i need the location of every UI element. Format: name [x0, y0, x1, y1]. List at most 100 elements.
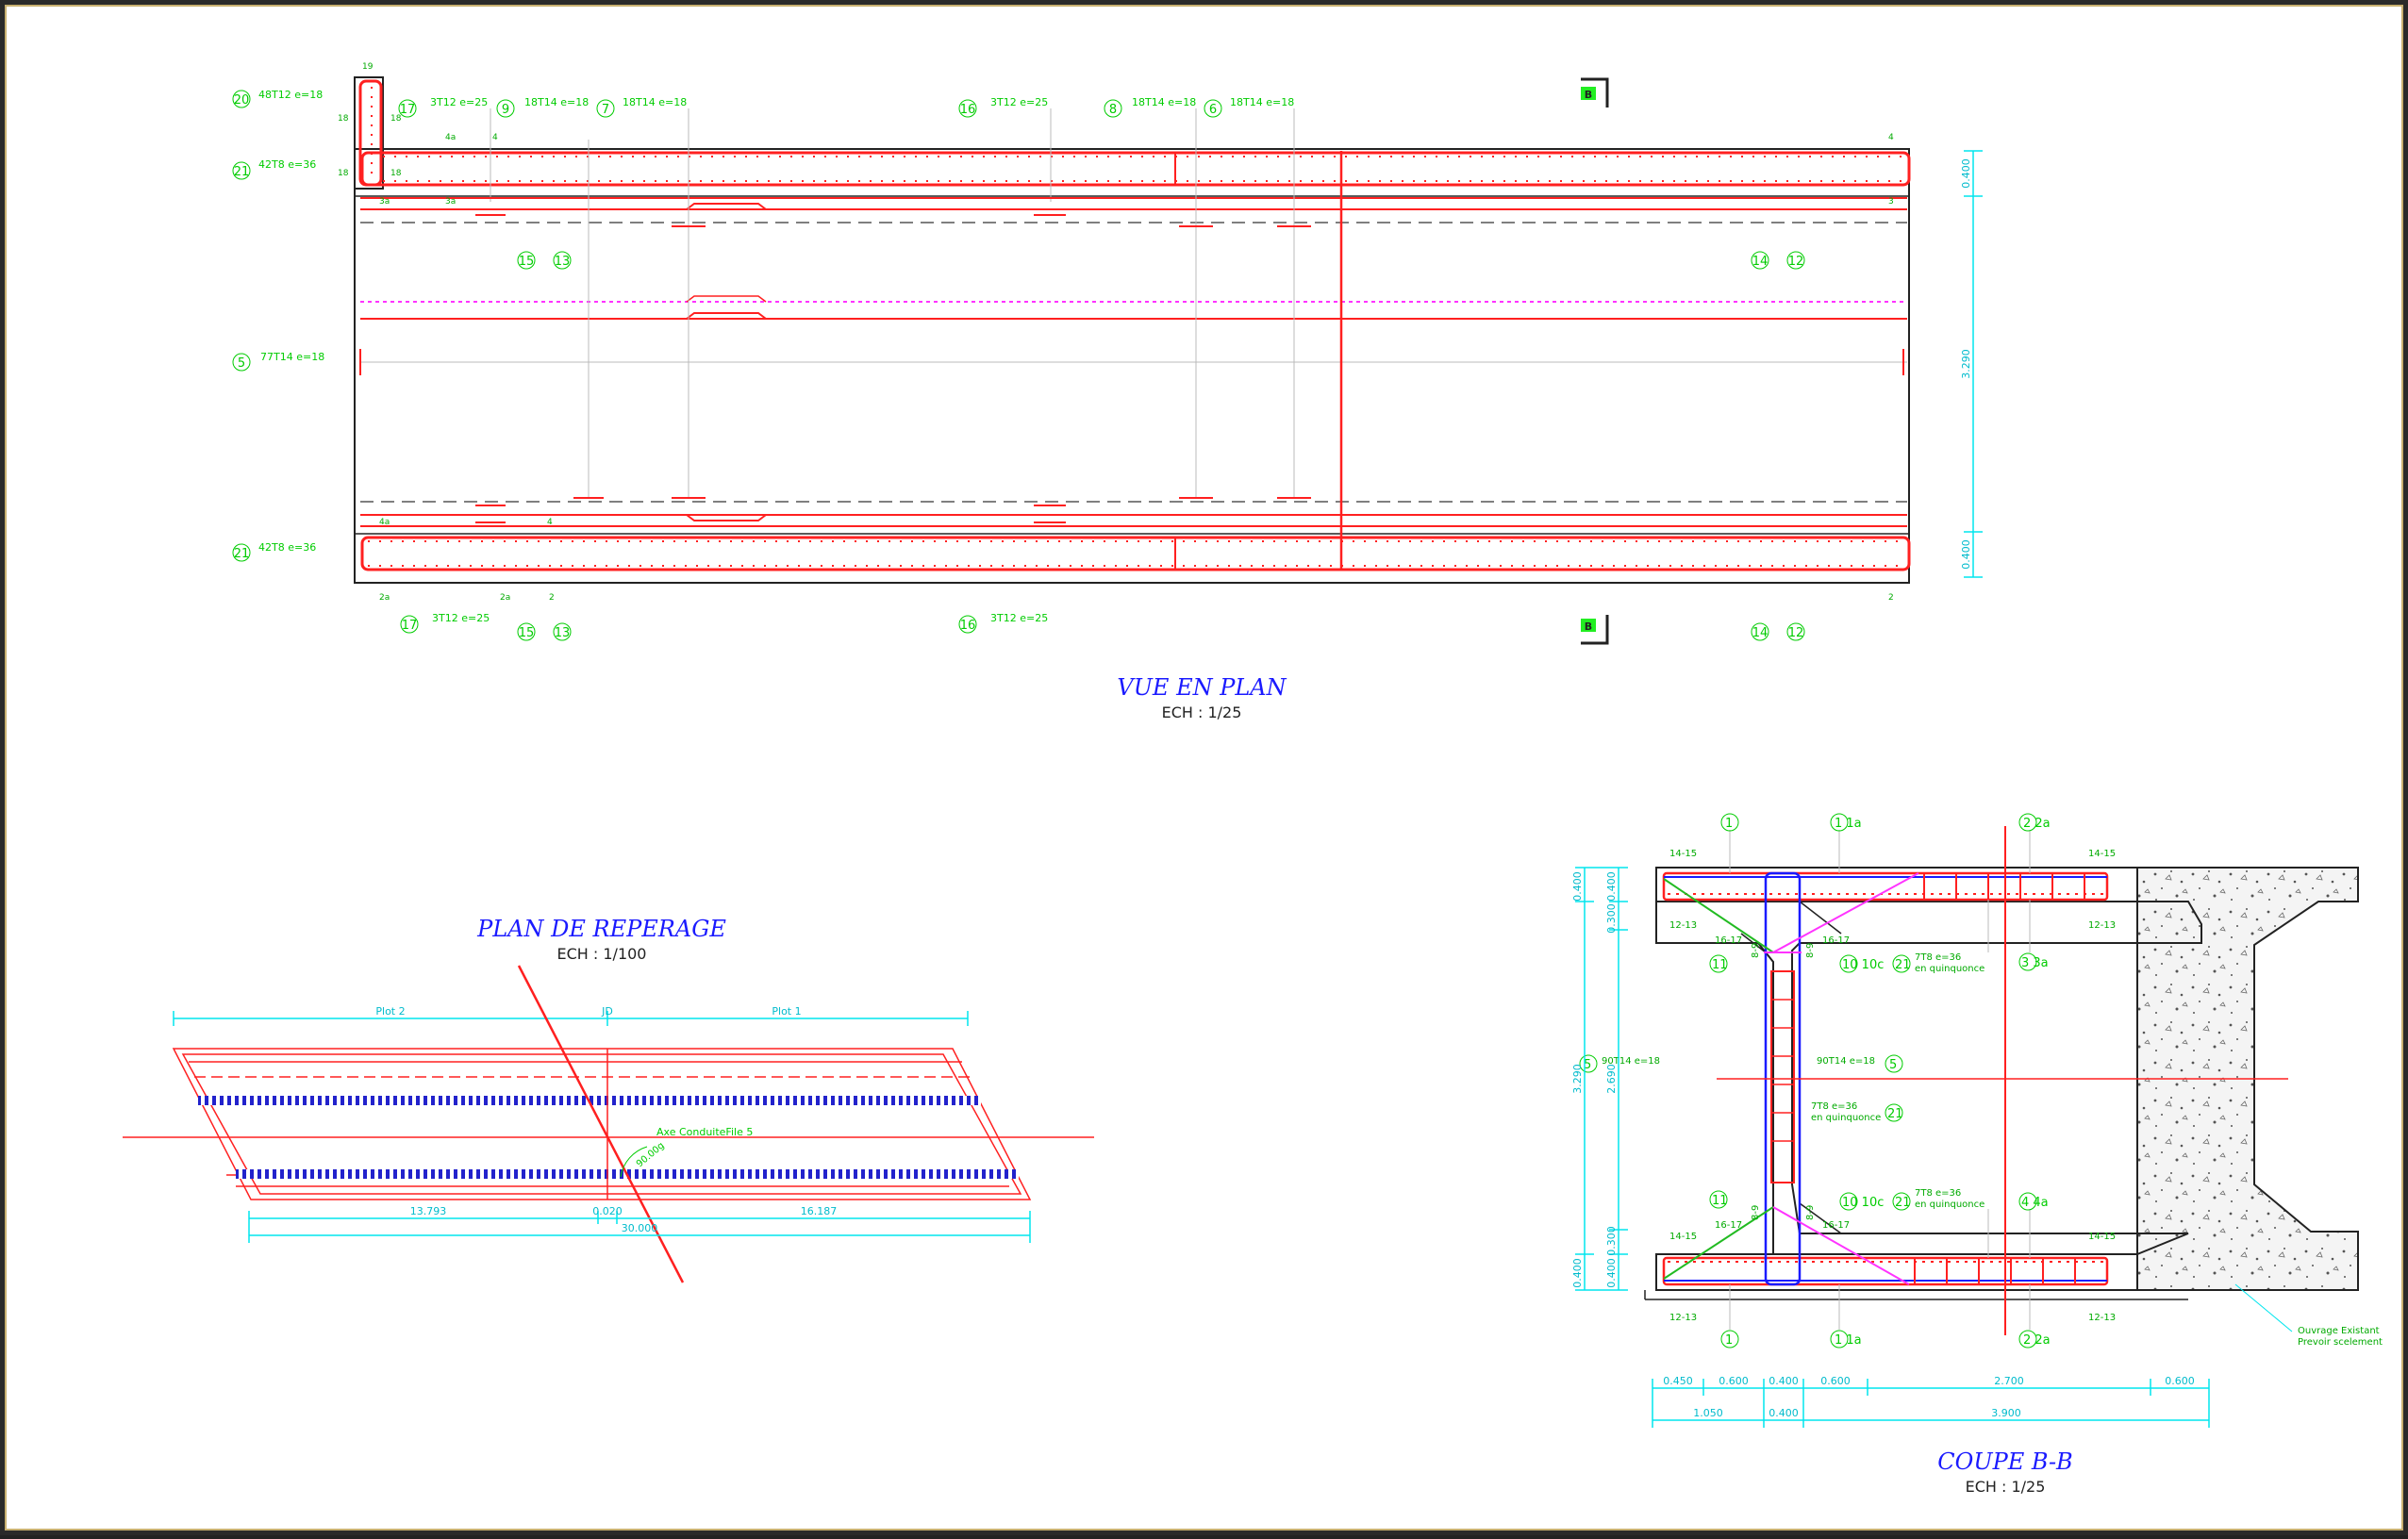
plan-mark-21-top: 21: [234, 165, 250, 179]
reperage-scale: ECH : 1/100: [557, 945, 647, 963]
svg-text:B: B: [1585, 621, 1592, 633]
plan-mark-12-top: 12: [1788, 255, 1804, 269]
plan-small-4a: 4a: [445, 133, 456, 142]
plan-mark-16-bottom: 16: [960, 619, 976, 633]
plan-mark-13-bottom: 13: [555, 626, 571, 640]
plan-small-18b: 18: [338, 169, 349, 178]
plan-spec-16-bottom: 3T12 e=25: [990, 612, 1048, 624]
plan-spec-21-bottom: 42T8 e=36: [258, 541, 316, 554]
reperage-joint: JD: [601, 1005, 613, 1018]
plan-small-4-low: 4: [547, 518, 553, 527]
coupe-mark-1a-bottom: 1 1a: [1835, 1333, 1862, 1348]
coupe-quinc-top: en quinquonce: [1915, 964, 1985, 974]
reperage-axis-label: Axe ConduiteFile 5: [656, 1126, 753, 1138]
sheet-background: [5, 5, 2403, 1531]
coupe-t1415-tr: 14-15: [2088, 849, 2116, 859]
coupe-t1617-d: 16-17: [1822, 1220, 1850, 1231]
reperage-dim-3: 16.187: [801, 1205, 838, 1217]
svg-text:B: B: [1585, 89, 1592, 101]
coupe-hdim-r1-2: 0.400: [1769, 1375, 1799, 1387]
coupe-7t8-mid: 7T8 e=36: [1811, 1101, 1857, 1112]
coupe-existant-1: Ouvrage Existant: [2298, 1326, 2380, 1336]
coupe-hdim-r1-4: 2.700: [1994, 1375, 2024, 1387]
coupe-mark-1-top: 1: [1725, 817, 1733, 831]
plan-small-19: 19: [362, 62, 374, 72]
coupe-vdim-inner-d: 0.300: [1605, 1226, 1618, 1256]
coupe-mark-2a-bottom: 2 2a: [2023, 1333, 2051, 1348]
plan-mark-8: 8: [1109, 103, 1117, 117]
coupe-mark-11-top: 11: [1712, 958, 1728, 972]
plan-spec-9: 18T14 e=18: [524, 96, 589, 108]
reperage-dim-2: 0.020: [592, 1205, 623, 1217]
coupe-vdim-outer-a: 0.400: [1571, 871, 1584, 902]
plan-spec-17-bottom: 3T12 e=25: [432, 612, 490, 624]
plan-small-3a: 3a: [379, 197, 390, 207]
plan-mark-20: 20: [234, 93, 250, 108]
plan-small-2-end: 2: [1888, 593, 1894, 603]
coupe-hdim-r1-1: 0.600: [1719, 1375, 1749, 1387]
plan-spec-7: 18T14 e=18: [623, 96, 687, 108]
coupe-t1213-tl: 12-13: [1669, 920, 1697, 931]
plan-spec-16-top: 3T12 e=25: [990, 96, 1048, 108]
coupe-hdim-r1-3: 0.600: [1820, 1375, 1851, 1387]
plan-mark-17-top: 17: [400, 103, 416, 117]
reperage-dim-total: 30.000: [622, 1222, 658, 1234]
reperage-plot1: Plot 1: [772, 1005, 801, 1018]
plan-small-2a-b: 2a: [500, 593, 510, 603]
coupe-mark-21-bottom: 21: [1895, 1196, 1911, 1210]
coupe-scale: ECH : 1/25: [1966, 1478, 2046, 1496]
coupe-t89-c: 8-9: [1751, 1205, 1761, 1220]
coupe-mark-2a-top: 2 2a: [2023, 817, 2051, 831]
coupe-t1213-bl: 12-13: [1669, 1313, 1697, 1323]
reperage-dim-1: 13.793: [410, 1205, 447, 1217]
coupe-mark-21-top: 21: [1895, 958, 1911, 972]
plan-small-18d: 18: [390, 169, 402, 178]
coupe-hdim-r2-2: 3.900: [1991, 1407, 2021, 1419]
coupe-hdim-r2-1: 0.400: [1769, 1407, 1799, 1419]
plan-title: VUE EN PLAN: [1117, 674, 1287, 701]
coupe-vdim-inner-b: 0.300: [1605, 903, 1618, 934]
coupe-t1617-c: 16-17: [1715, 1220, 1742, 1231]
plan-small-4a-low: 4a: [379, 518, 390, 527]
plan-dim-mid: 3.290: [1960, 349, 1972, 379]
plan-spec-20: 48T12 e=18: [258, 89, 323, 101]
plan-small-3a-b: 3a: [445, 197, 456, 207]
coupe-vdim-outer-b: 3.290: [1571, 1064, 1584, 1094]
coupe-mark-1a-top: 1 1a: [1835, 817, 1862, 831]
coupe-mark-5-right: 5: [1889, 1058, 1897, 1072]
coupe-hdim-r1-0: 0.450: [1663, 1375, 1693, 1387]
plan-mark-9: 9: [502, 103, 509, 117]
coupe-vdim-outer-c: 0.400: [1571, 1258, 1584, 1288]
coupe-t1617-a: 16-17: [1715, 935, 1742, 946]
plan-spec-5: 77T14 e=18: [260, 351, 324, 363]
coupe-mark-3-top: 3 3a: [2021, 956, 2049, 970]
coupe-vdim-inner-a: 0.400: [1605, 871, 1618, 902]
plan-small-3: 3: [1888, 197, 1894, 207]
plan-mark-15-top: 15: [519, 255, 535, 269]
plan-spec-6: 18T14 e=18: [1230, 96, 1294, 108]
plan-dim-bottom: 0.400: [1960, 539, 1972, 570]
plan-scale: ECH : 1/25: [1162, 703, 1242, 721]
plan-mark-5: 5: [238, 356, 245, 371]
coupe-t1415-tl: 14-15: [1669, 849, 1697, 859]
coupe-t1213-br: 12-13: [2088, 1313, 2116, 1323]
plan-small-4: 4: [492, 133, 498, 142]
plan-mark-16-top: 16: [960, 103, 976, 117]
coupe-mark-10-top: 10 10c: [1842, 958, 1884, 972]
coupe-t89-b: 8-9: [1805, 943, 1816, 958]
coupe-vdim-inner-e: 0.400: [1605, 1258, 1618, 1288]
plan-mark-15-bottom: 15: [519, 626, 535, 640]
plan-spec-21-top: 42T8 e=36: [258, 158, 316, 171]
coupe-t89-d: 8-9: [1805, 1205, 1816, 1220]
plan-spec-8: 18T14 e=18: [1132, 96, 1196, 108]
plan-mark-14-top: 14: [1752, 255, 1769, 269]
coupe-hdim-r1-5: 0.600: [2165, 1375, 2195, 1387]
coupe-mark-1-bottom: 1: [1725, 1333, 1733, 1348]
coupe-mark-4-bottom: 4 4a: [2021, 1196, 2049, 1210]
plan-small-18c: 18: [390, 114, 402, 124]
coupe-7t8-bottom: 7T8 e=36: [1915, 1188, 1961, 1199]
coupe-t1415-bl: 14-15: [1669, 1232, 1697, 1242]
coupe-mark-10-bottom: 10 10c: [1842, 1196, 1884, 1210]
coupe-quinc-bottom: en quinquonce: [1915, 1200, 1985, 1210]
plan-small-18a: 18: [338, 114, 349, 124]
